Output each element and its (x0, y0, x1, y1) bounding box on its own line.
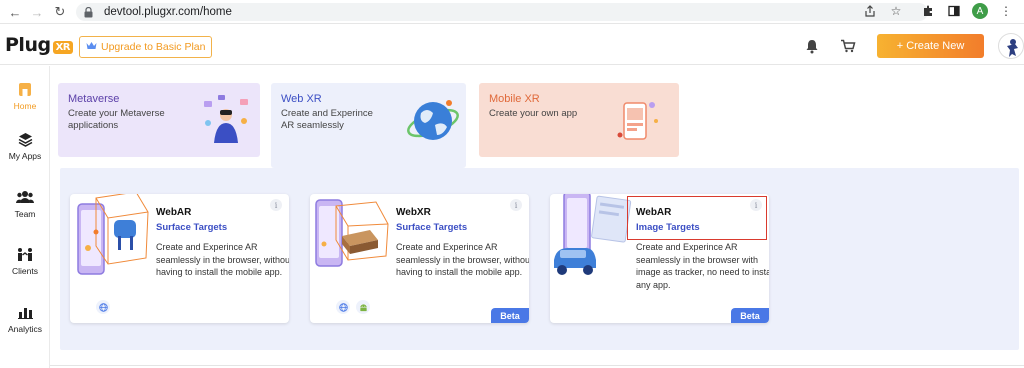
back-icon[interactable]: ← (6, 3, 24, 21)
sidebar-item-analytics[interactable]: Analytics (0, 303, 50, 334)
create-new-button[interactable]: + Create New (877, 34, 984, 58)
home-icon (15, 80, 35, 98)
android-icon (356, 300, 370, 314)
globe-illustration (403, 93, 463, 154)
team-icon (15, 188, 35, 206)
web-platform-icon (336, 300, 350, 314)
surface-target-illustration (74, 194, 154, 289)
app-header: Plug XR Upgrade to Basic Plan + Create Ne… (0, 25, 1024, 65)
card-webar-surface[interactable]: WebAR Surface Targets Create and Experin… (70, 194, 289, 323)
notification-bell-icon[interactable] (803, 37, 821, 55)
forward-icon[interactable]: → (28, 3, 46, 21)
beta-badge: Beta (731, 308, 769, 323)
more-menu-icon[interactable]: ⋮ (998, 3, 1014, 19)
clients-icon (15, 245, 35, 263)
crown-icon (86, 41, 97, 53)
mobile-illustration (614, 95, 664, 150)
info-icon[interactable]: i (510, 199, 522, 211)
sidebar-item-home[interactable]: Home (0, 80, 50, 111)
tab-web-xr[interactable]: Web XR Create and Experince AR seamlessl… (271, 83, 466, 168)
cart-icon[interactable] (839, 37, 857, 55)
plugxr-logo[interactable]: Plug XR (5, 34, 73, 56)
card-link[interactable]: Surface Targets (396, 222, 467, 233)
profile-avatar[interactable]: A (972, 3, 988, 19)
highlight-box (627, 196, 767, 240)
webxr-surface-illustration (312, 194, 392, 291)
metaverse-illustration (198, 93, 254, 154)
side-panel-icon[interactable] (946, 3, 962, 19)
info-icon[interactable]: i (270, 199, 282, 211)
layers-icon (15, 130, 35, 148)
extensions-icon[interactable] (920, 3, 936, 19)
divider (50, 365, 1024, 366)
beta-badge: Beta (491, 308, 529, 323)
tab-metaverse[interactable]: Metaverse Create your Metaverse applicat… (58, 83, 260, 157)
sidebar-item-team[interactable]: Team (0, 188, 50, 219)
share-icon[interactable] (862, 3, 878, 19)
upgrade-plan-button[interactable]: Upgrade to Basic Plan (79, 36, 213, 58)
url-text: devtool.plugxr.com/home (104, 6, 232, 18)
card-link[interactable]: Surface Targets (156, 222, 227, 233)
sidebar: Home My Apps Team Clients Analytics (0, 66, 50, 368)
user-avatar[interactable] (998, 33, 1024, 59)
web-platform-icon (96, 300, 110, 314)
address-bar[interactable]: devtool.plugxr.com/home (76, 3, 928, 21)
reload-icon[interactable]: ↻ (51, 3, 69, 21)
sidebar-item-my-apps[interactable]: My Apps (0, 130, 50, 161)
image-target-illustration (550, 194, 632, 291)
bookmark-star-icon[interactable]: ☆ (888, 3, 904, 19)
card-webxr-surface[interactable]: WebXR Surface Targets Create and Experin… (310, 194, 529, 323)
sidebar-item-clients[interactable]: Clients (0, 245, 50, 276)
analytics-icon (15, 303, 35, 321)
lock-icon (84, 6, 96, 18)
browser-toolbar: ← → ↻ devtool.plugxr.com/home ☆ A ⋮ (0, 0, 1024, 24)
tab-mobile-xr[interactable]: Mobile XR Create your own app (479, 83, 679, 157)
